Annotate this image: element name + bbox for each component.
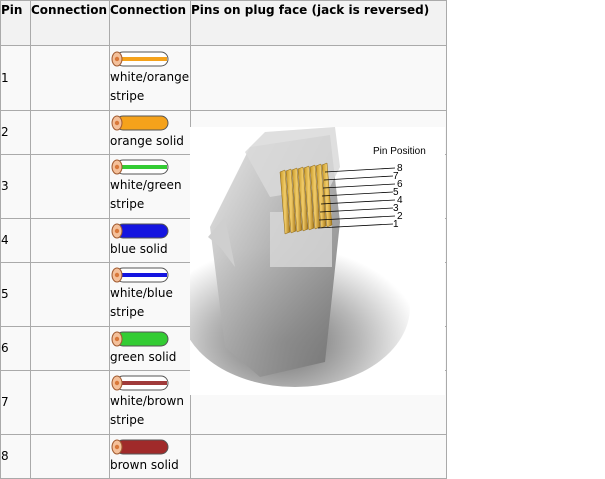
wire-core bbox=[114, 272, 120, 278]
wire-label-continued: stripe bbox=[110, 88, 145, 103]
pin-number: 6 bbox=[0, 326, 31, 371]
wire-label-continued: stripe bbox=[110, 413, 145, 427]
wire-label: white/orange bbox=[110, 69, 190, 84]
wire-color-icon bbox=[111, 115, 169, 130]
wire-stripe bbox=[118, 56, 167, 61]
wire-core bbox=[114, 380, 120, 386]
wire-color-icon bbox=[111, 267, 169, 283]
wire-stripe bbox=[118, 165, 167, 169]
wire-color-icon bbox=[111, 159, 169, 175]
pin-number: 7 bbox=[0, 370, 31, 435]
table-row: 8 brown solid bbox=[0, 434, 447, 479]
wire-cell: white/blue stripe bbox=[109, 262, 191, 327]
wire-label-continued: stripe bbox=[110, 305, 145, 319]
rj45-plug-image: 87654321 Pin Position bbox=[190, 127, 445, 395]
wire-label-continued: stripe bbox=[110, 197, 145, 211]
wire-core bbox=[114, 120, 120, 125]
wire-cell: green solid bbox=[109, 326, 191, 371]
wire-cell: white/brown stripe bbox=[109, 370, 191, 435]
pin-number: 1 bbox=[0, 45, 31, 111]
header-pin: Pin bbox=[0, 0, 31, 46]
rj45-plug-illustration: 87654321 Pin Position bbox=[190, 127, 426, 387]
connection-empty-cell bbox=[30, 262, 110, 327]
header-connection-2: Connection bbox=[109, 0, 191, 46]
plug-face-cell bbox=[190, 434, 447, 479]
connection-empty-cell bbox=[30, 154, 110, 219]
wire-core bbox=[114, 228, 120, 233]
wire-cell: white/green stripe bbox=[109, 154, 191, 219]
header-plug-face: Pins on plug face (jack is reversed) bbox=[190, 0, 447, 46]
wire-color-icon bbox=[111, 223, 169, 238]
wire-cell: white/orange stripe bbox=[109, 45, 191, 111]
connection-empty-cell bbox=[30, 110, 110, 155]
pin-number: 2 bbox=[0, 110, 31, 155]
wire-insulation bbox=[115, 439, 169, 454]
wire-core bbox=[114, 444, 120, 449]
wire-color-icon bbox=[111, 375, 169, 391]
wire-cell: orange solid bbox=[109, 110, 191, 155]
wire-label: brown solid bbox=[110, 457, 179, 472]
wire-label: orange solid bbox=[110, 133, 184, 148]
wire-core bbox=[114, 56, 120, 61]
wire-insulation bbox=[115, 331, 169, 346]
wire-label: white/green bbox=[110, 178, 182, 192]
table-row: 1 white/orange stripe bbox=[0, 45, 447, 111]
pin-position-label: 1 bbox=[393, 219, 399, 230]
header-connection-1: Connection bbox=[30, 0, 110, 46]
pin-number: 4 bbox=[0, 218, 31, 263]
wire-core bbox=[114, 336, 120, 341]
wire-core bbox=[114, 164, 120, 170]
connection-empty-cell bbox=[30, 45, 110, 111]
wire-label: green solid bbox=[110, 349, 177, 364]
wire-cell: blue solid bbox=[109, 218, 191, 263]
pin-number: 8 bbox=[0, 434, 31, 479]
connection-empty-cell bbox=[30, 434, 110, 479]
connection-empty-cell bbox=[30, 326, 110, 371]
wire-stripe bbox=[118, 273, 167, 277]
plug-face-cell bbox=[190, 45, 447, 111]
wire-color-icon bbox=[111, 331, 169, 346]
wire-insulation bbox=[115, 223, 169, 238]
wire-label: white/blue bbox=[110, 286, 173, 300]
pin-number: 5 bbox=[0, 262, 31, 327]
connection-empty-cell bbox=[30, 218, 110, 263]
wire-color-icon bbox=[111, 51, 169, 66]
pin-position-title: Pin Position bbox=[373, 146, 426, 157]
pin-number: 3 bbox=[0, 154, 31, 219]
wire-label: white/brown bbox=[110, 394, 184, 408]
wire-stripe bbox=[118, 381, 167, 385]
wire-cell: brown solid bbox=[109, 434, 191, 479]
wire-color-icon bbox=[111, 439, 169, 454]
wire-insulation bbox=[115, 115, 169, 130]
wire-label: blue solid bbox=[110, 241, 168, 256]
connection-empty-cell bbox=[30, 370, 110, 435]
